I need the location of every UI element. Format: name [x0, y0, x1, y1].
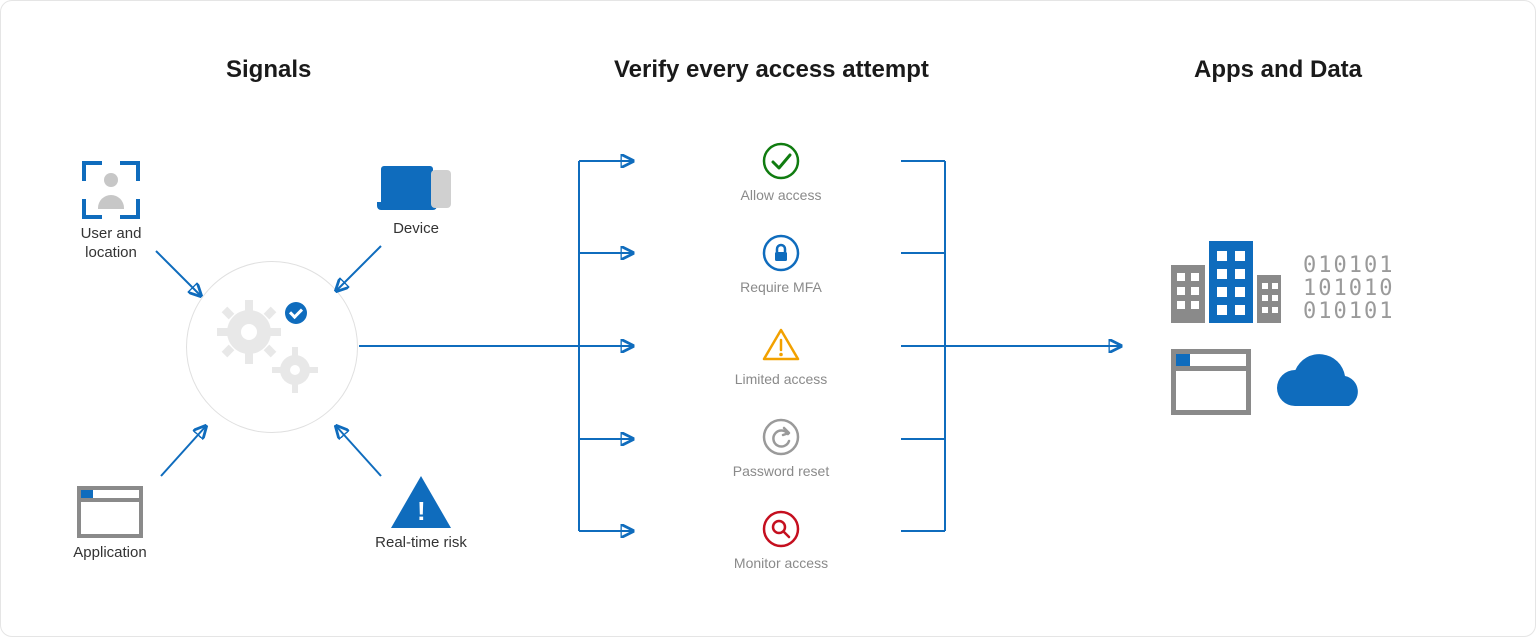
device-icon — [381, 166, 451, 214]
outcome-list: Allow access Require MFA Limited access — [701, 141, 861, 571]
signal-application: Application — [65, 486, 155, 563]
buildings-icon — [1171, 231, 1281, 323]
outcome-require-mfa-label: Require MFA — [701, 279, 861, 295]
heading-signals: Signals — [226, 56, 311, 84]
signal-device: Device — [371, 166, 461, 239]
outcome-password-reset-label: Password reset — [701, 463, 861, 479]
signal-device-label: Device — [371, 220, 461, 239]
outcome-password-reset: Password reset — [701, 417, 861, 479]
gears-icon — [187, 262, 357, 432]
outcome-monitor-access: Monitor access — [701, 509, 861, 571]
heading-apps-and-data: Apps and Data — [1194, 56, 1362, 84]
signal-application-label: Application — [65, 544, 155, 563]
signal-risk-label: Real-time risk — [361, 534, 481, 553]
signal-user-location: User and location — [71, 161, 151, 263]
binary-row: 101010 — [1303, 277, 1394, 300]
binary-data-icon: 010101 101010 010101 — [1303, 254, 1394, 323]
cloud-icon — [1273, 352, 1369, 412]
apps-and-data-cluster: 010101 101010 010101 — [1171, 231, 1451, 415]
outcome-monitor-access-label: Monitor access — [701, 555, 861, 571]
outcome-limited-access: Limited access — [701, 325, 861, 387]
heading-verify: Verify every access attempt — [614, 56, 929, 84]
binary-row: 010101 — [1303, 300, 1394, 323]
refresh-circle-icon — [761, 417, 801, 457]
application-window-icon — [1171, 349, 1251, 415]
user-location-icon — [82, 161, 140, 219]
outcome-allow-access-label: Allow access — [701, 187, 861, 203]
signal-user-location-label: User and location — [71, 225, 151, 263]
application-icon — [77, 486, 143, 538]
signal-real-time-risk: Real-time risk — [361, 476, 481, 553]
warning-outline-icon — [761, 325, 801, 365]
outcome-allow-access: Allow access — [701, 141, 861, 203]
conditional-access-diagram: Signals Verify every access attempt Apps… — [0, 0, 1536, 637]
binary-row: 010101 — [1303, 254, 1394, 277]
warning-triangle-icon — [391, 476, 451, 528]
checkmark-circle-icon — [761, 141, 801, 181]
policy-engine-hub — [186, 261, 358, 433]
checkmark-badge-icon — [285, 302, 307, 324]
outcome-limited-access-label: Limited access — [701, 371, 861, 387]
lock-circle-icon — [761, 233, 801, 273]
outcome-require-mfa: Require MFA — [701, 233, 861, 295]
magnifier-circle-icon — [761, 509, 801, 549]
